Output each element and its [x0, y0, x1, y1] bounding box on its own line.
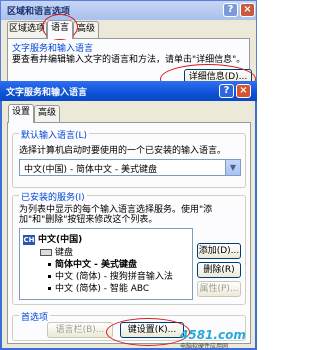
window-title: 区域和语言选项: [7, 7, 71, 17]
group-title: 默认输入语言(L): [19, 128, 90, 141]
group-description: 选择计算机启动时要使用的一个已安装的输入语言。: [19, 146, 227, 156]
select-value: 中文(中国) - 简体中文 - 美式键盘: [24, 165, 157, 175]
title-bar: 区域和语言选项 ? ×: [1, 1, 256, 20]
watermark-logo: 4581.com: [180, 328, 246, 342]
group-description: 为列表中显示的每个输入语言选择服务。使用"添加"和"删除"按钮来修改这个列表。: [19, 205, 213, 225]
installed-services-group: 已安装的服务(I) 为列表中显示的每个输入语言选择服务。使用"添加"和"删除"按…: [12, 190, 246, 305]
language-badge-icon: CH: [23, 234, 35, 245]
group-description: 要查看并编辑输入文字的语言和方法，请单击"详细信息"。: [12, 55, 246, 65]
window-title: 文字服务和输入语言: [6, 88, 88, 98]
close-button[interactable]: ×: [240, 3, 255, 17]
tab-advanced[interactable]: 高级: [34, 105, 60, 122]
tab-advanced[interactable]: 高级: [73, 21, 99, 38]
tab-languages[interactable]: 语言: [47, 20, 73, 39]
default-language-select[interactable]: 中文(中国) - 简体中文 - 美式键盘 ▼: [19, 159, 241, 176]
bullet-icon: [48, 275, 51, 278]
watermark-subtitle: 电脑软硬件应用网: [180, 343, 229, 350]
help-button[interactable]: ?: [219, 84, 234, 98]
settings-panel: 默认输入语言(L) 选择计算机启动时要使用的一个已安装的输入语言。 中文(中国)…: [7, 122, 251, 344]
key-settings-button[interactable]: 键设置(K)...: [120, 322, 184, 338]
group-title: 首选项: [19, 310, 51, 323]
tab-settings[interactable]: 设置: [8, 104, 34, 123]
default-input-language-group: 默认输入语言(L) 选择计算机启动时要使用的一个已安装的输入语言。 中文(中国)…: [12, 128, 246, 188]
service-label: 中文 (简体) - 智能 ABC: [55, 284, 150, 294]
add-button[interactable]: 添加(D)...: [197, 243, 241, 259]
tree-language-label: 中文(中国): [38, 235, 83, 245]
tree-service-item[interactable]: 中文 (简体) - 智能 ABC: [48, 281, 149, 294]
help-button[interactable]: ?: [223, 3, 238, 17]
tree-language-node[interactable]: CH 中文(中国): [23, 232, 82, 245]
keyboard-icon: [40, 249, 52, 256]
site-watermark: 4581.com 电脑软硬件应用网: [180, 328, 256, 350]
text-services-window: 文字服务和输入语言 ? × 设置 高级 默认输入语言(L) 选择计算机启动时要使…: [0, 81, 257, 350]
remove-button[interactable]: 删除(R): [197, 262, 241, 278]
bullet-icon: [48, 263, 51, 266]
tab-regional-options[interactable]: 区域选项: [7, 21, 47, 38]
language-bar-button[interactable]: 语言栏(B)...: [47, 322, 113, 338]
installed-services-tree[interactable]: CH 中文(中国) 键盘 简体中文 - 美式键盘 中文 (简体) - 搜狗拼音输入…: [19, 228, 193, 300]
properties-button[interactable]: 属性(P)...: [197, 281, 241, 297]
title-bar: 文字服务和输入语言 ? ×: [0, 81, 257, 101]
bullet-icon: [48, 287, 51, 290]
group-title: 已安装的服务(I): [19, 190, 87, 203]
chevron-down-icon[interactable]: ▼: [225, 160, 240, 175]
close-button[interactable]: ×: [236, 84, 251, 98]
